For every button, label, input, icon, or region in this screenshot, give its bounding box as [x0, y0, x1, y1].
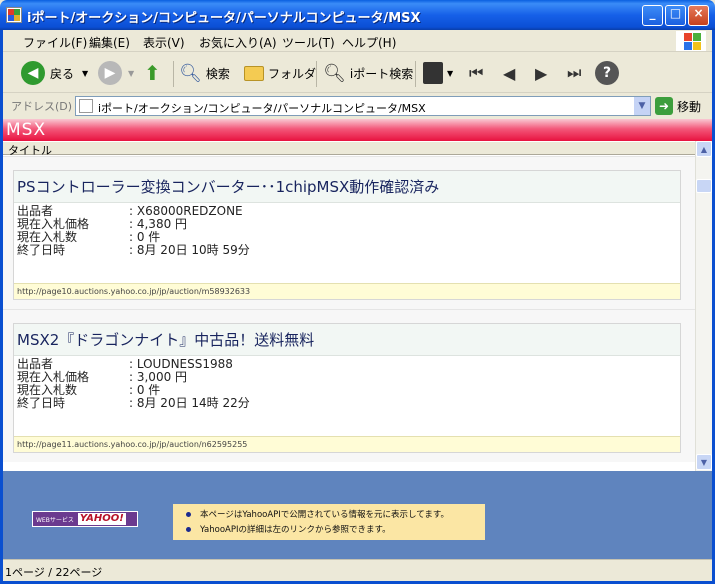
address-input[interactable]: iポート/オークション/コンピュータ/パーソナルコンピュータ/MSX ▼ [75, 96, 651, 116]
auction-title-link[interactable]: PSコントローラー変換コンバーター･･1chipMSX動作確認済み [17, 176, 439, 197]
last-page-button[interactable]: ⏭ [567, 59, 581, 87]
auction-url[interactable]: http://page11.auctions.yahoo.co.jp/jp/au… [17, 440, 247, 449]
browser-content: MSX タイトル PSコントローラー変換コンバーター･･1chipMSX動作確認… [3, 119, 712, 559]
search-label: 検索 [205, 66, 230, 81]
iport-search-label: iポート検索 [349, 66, 414, 81]
field-label: 終了日時 [17, 243, 66, 257]
next-page-icon: ▶ [535, 63, 548, 83]
chevron-up-icon: ▲ [700, 145, 708, 154]
menu-help[interactable]: ヘルプ(H) [342, 34, 396, 51]
auction-card[interactable]: PSコントローラー変換コンバーター･･1chipMSX動作確認済み 出品者: X… [13, 170, 681, 300]
menu-edit[interactable]: 編集(E) [89, 34, 130, 51]
folder-icon [244, 65, 264, 81]
yahoo-web-services-link[interactable]: WEBサービス YAHOO! [32, 511, 138, 527]
yahoo-logo: YAHOO! [77, 513, 126, 525]
page-header: MSX [3, 119, 712, 141]
chevron-down-icon: ▼ [638, 101, 646, 111]
page-favicon-icon [79, 99, 93, 113]
end-time-value: : 8月 20日 10時 59分 [129, 243, 250, 257]
first-page-button[interactable]: ⏮ [469, 59, 483, 87]
search-icon: 🔍︎ [179, 62, 202, 84]
minimize-button[interactable]: _ [642, 5, 663, 26]
last-page-icon: ⏭ [567, 63, 582, 82]
windows-logo-icon [676, 31, 706, 51]
toolbar: ◀ 戻る ▼ ▶ ▼ ⬆ 🔍︎ 検索 フォルダ 🔍︎ iポート検索 ▼ ⏮ ◀ … [3, 53, 712, 93]
help-button[interactable]: ? [595, 59, 619, 87]
chevron-down-icon: ▼ [447, 68, 454, 78]
back-arrow-icon: ◀ [21, 61, 45, 85]
column-header[interactable]: タイトル [3, 141, 695, 157]
auction-list: PSコントローラー変換コンバーター･･1chipMSX動作確認済み 出品者: X… [3, 156, 695, 471]
status-bar: 1ページ / 22ページ [3, 559, 712, 581]
tool-icon [423, 62, 443, 84]
search-button[interactable]: 🔍︎ 検索 [179, 59, 230, 87]
folder-up-icon: ⬆ [144, 61, 161, 85]
tools-dropdown-button[interactable]: ▼ [423, 59, 453, 87]
address-value: iポート/オークション/コンピュータ/パーソナルコンピュータ/MSX [98, 102, 426, 115]
go-button[interactable]: ➜ 移動 [655, 96, 701, 116]
chevron-down-icon: ▼ [700, 458, 708, 467]
menu-view[interactable]: 表示(V) [143, 34, 185, 51]
maximize-button[interactable]: □ [665, 5, 686, 26]
forward-arrow-icon: ▶ [98, 61, 122, 85]
notice-item: 本ページはYahooAPIで公開されている情報を元に表示してます。 [185, 508, 449, 523]
end-time-value: : 8月 20日 14時 22分 [129, 396, 250, 410]
field-label: 終了日時 [17, 396, 66, 410]
previous-page-button[interactable]: ◀ [503, 59, 515, 87]
chevron-down-icon: ▼ [128, 68, 135, 78]
next-page-button[interactable]: ▶ [535, 59, 547, 87]
auction-card[interactable]: MSX2『ドラゴンナイト』中古品！送料無料 出品者: LOUDNESS1988 … [13, 323, 681, 453]
folders-label: フォルダ [268, 66, 317, 81]
window-title: iポート/オークション/コンピュータ/パーソナルコンピュータ/MSX [27, 11, 421, 26]
close-icon: × [693, 6, 704, 20]
maximize-icon: □ [669, 6, 682, 20]
address-label: アドレス(D) [11, 100, 73, 113]
close-button[interactable]: × [688, 5, 709, 26]
menu-file[interactable]: ファイル(F) [23, 34, 87, 51]
page-title: MSX [6, 120, 47, 140]
address-bar: アドレス(D) iポート/オークション/コンピュータ/パーソナルコンピュータ/M… [3, 94, 712, 118]
go-arrow-icon: ➜ [655, 97, 673, 115]
vertical-scrollbar[interactable]: ▲ ▼ [695, 141, 712, 471]
previous-page-icon: ◀ [503, 63, 516, 83]
go-label: 移動 [677, 99, 702, 114]
minimize-icon: _ [649, 6, 656, 20]
folders-button[interactable]: フォルダ [244, 59, 316, 87]
title-bar[interactable]: iポート/オークション/コンピュータ/パーソナルコンピュータ/MSX _ □ × [0, 0, 715, 30]
first-page-icon: ⏮ [469, 63, 484, 82]
badge-caption: WEBサービス [36, 516, 74, 524]
page-footer: WEBサービス YAHOO! 本ページはYahooAPIで公開されている情報を元… [3, 471, 712, 559]
forward-button[interactable]: ▶ ▼ [98, 59, 134, 87]
menu-favorites[interactable]: お気に入り(A) [199, 34, 277, 51]
app-icon[interactable] [6, 7, 22, 23]
scroll-thumb[interactable] [696, 179, 712, 193]
menu-tools[interactable]: ツール(T) [282, 34, 335, 51]
auction-url-bar: http://page10.auctions.yahoo.co.jp/jp/au… [14, 283, 680, 299]
help-icon: ? [595, 61, 619, 85]
auction-title-bar: PSコントローラー変換コンバーター･･1chipMSX動作確認済み [14, 171, 680, 203]
window-frame-left [0, 30, 3, 584]
list-item: MSX2『ドラゴンナイト』中古品！送料無料 出品者: LOUDNESS1988 … [3, 309, 695, 462]
back-label: 戻る [50, 66, 75, 81]
scroll-up-button[interactable]: ▲ [696, 141, 712, 157]
magnifier-icon: 🔍︎ [323, 62, 346, 84]
chevron-down-icon: ▼ [82, 68, 89, 78]
status-text: 1ページ / 22ページ [5, 566, 103, 579]
list-item: PSコントローラー変換コンバーター･･1chipMSX動作確認済み 出品者: X… [3, 156, 695, 309]
iport-search-button[interactable]: 🔍︎ iポート検索 [323, 59, 413, 87]
notice-item: YahooAPIの詳細は左のリンクから参照できます。 [185, 523, 449, 538]
up-button[interactable]: ⬆ [144, 59, 161, 87]
notice-box: 本ページはYahooAPIで公開されている情報を元に表示してます。 YahooA… [173, 504, 485, 540]
auction-url-bar: http://page11.auctions.yahoo.co.jp/jp/au… [14, 436, 680, 452]
back-button[interactable]: ◀ 戻る ▼ [21, 59, 88, 87]
auction-title-bar: MSX2『ドラゴンナイト』中古品！送料無料 [14, 324, 680, 356]
auction-url[interactable]: http://page10.auctions.yahoo.co.jp/jp/au… [17, 287, 250, 296]
address-dropdown-button[interactable]: ▼ [633, 97, 650, 115]
menu-bar: ファイル(F) 編集(E) 表示(V) お気に入り(A) ツール(T) ヘルプ(… [3, 30, 712, 52]
auction-title-link[interactable]: MSX2『ドラゴンナイト』中古品！送料無料 [17, 329, 314, 350]
scroll-down-button[interactable]: ▼ [696, 454, 712, 470]
